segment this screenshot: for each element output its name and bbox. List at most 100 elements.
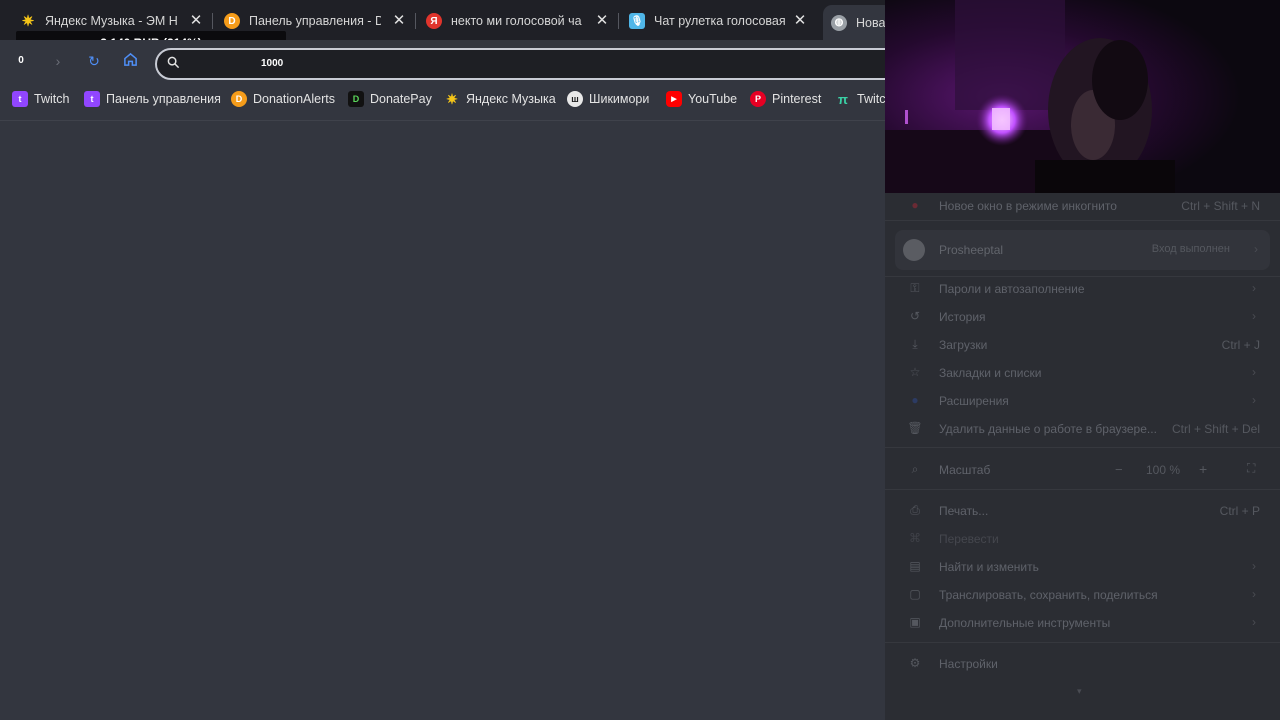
menu-item-cast[interactable]: ▢ Транслировать, сохранить, поделиться › xyxy=(885,581,1280,609)
profile-status: Вход выполнен xyxy=(1151,243,1230,255)
bookmark-twitch-tracker[interactable]: π Twitc xyxy=(835,91,885,107)
address-input-value: 1000 xyxy=(261,58,284,69)
tab-separator xyxy=(212,13,213,29)
translate-icon: ⌘ xyxy=(909,531,921,545)
tab-separator xyxy=(618,13,619,29)
address-bar[interactable]: 1000 xyxy=(155,48,915,80)
key-icon: ⚿ xyxy=(910,281,920,295)
history-icon: ↺ xyxy=(909,309,921,323)
bookmark-twitch[interactable]: t Twitch xyxy=(12,91,69,107)
bookmark-dashboard[interactable]: t Панель управления xyxy=(84,91,221,107)
chevron-right-icon: › xyxy=(1254,242,1258,256)
menu-label: Найти и изменить xyxy=(939,560,1039,574)
menu-item-clear-data[interactable]: 🗑 Удалить данные о работе в браузере... … xyxy=(885,415,1280,443)
tab-title: Нова xyxy=(856,15,886,30)
menu-label: Печать... xyxy=(939,504,989,518)
close-icon[interactable]: ✕ xyxy=(593,12,611,30)
menu-item-bookmarks[interactable]: ☆ Закладки и списки › xyxy=(885,359,1280,387)
profile-name: Prosheeptal xyxy=(939,243,1004,257)
bookmark-shikimori[interactable]: ш Шикимори xyxy=(567,91,649,107)
shikimori-icon: ш xyxy=(567,91,583,107)
zoom-in-button[interactable]: + xyxy=(1199,461,1207,477)
bookmark-yandex-music[interactable]: ✷ Яндекс Музыка xyxy=(444,91,556,107)
forward-icon[interactable]: › xyxy=(49,52,67,70)
avatar xyxy=(903,239,925,261)
menu-item-more-tools[interactable]: ▣ Дополнительные инструменты › xyxy=(885,609,1280,637)
menu-shortcut: Ctrl + Shift + N xyxy=(1181,199,1260,213)
toolbox-icon: ▣ xyxy=(909,615,921,629)
menu-label: Масштаб xyxy=(939,463,991,477)
close-icon[interactable]: ✕ xyxy=(187,12,205,30)
pinterest-icon: P xyxy=(750,91,766,107)
webcam-image xyxy=(885,0,1280,193)
back-counter[interactable]: 0 xyxy=(12,52,30,70)
star-icon: ☆ xyxy=(909,365,921,379)
donatepay-icon: D xyxy=(348,91,364,107)
tab-chat-roulette[interactable]: 🎙 Чат рулетка голосовая ✕ xyxy=(629,7,809,35)
tab-nekto[interactable]: Я некто ми голосовой ча ✕ xyxy=(426,7,611,35)
menu-label: Дополнительные инструменты xyxy=(939,616,1111,630)
gear-icon: ⚙ xyxy=(909,656,921,670)
menu-item-extensions[interactable]: ● Расширения › xyxy=(885,387,1280,415)
chevron-right-icon: › xyxy=(1252,281,1256,295)
bookmark-label: DonationAlerts xyxy=(253,92,335,106)
bookmark-pinterest[interactable]: P Pinterest xyxy=(750,91,821,107)
bookmark-donationalerts[interactable]: D DonationAlerts xyxy=(231,91,335,107)
fullscreen-icon[interactable]: ⛶ xyxy=(1247,461,1255,476)
menu-item-history[interactable]: ↺ История › xyxy=(885,303,1280,331)
chevron-right-icon: › xyxy=(1252,615,1256,629)
menu-shortcut: Ctrl + P xyxy=(1219,504,1260,518)
cast-icon: ▢ xyxy=(909,587,921,601)
trash-icon: 🗑 xyxy=(907,421,923,435)
bookmark-label: Яндекс Музыка xyxy=(466,92,556,106)
tab-separator xyxy=(415,13,416,29)
chevron-right-icon: › xyxy=(1252,393,1256,407)
menu-label: Перевести xyxy=(939,532,999,546)
menu-divider xyxy=(885,447,1280,448)
menu-item-settings[interactable]: ⚙ Настройки xyxy=(885,650,1280,678)
menu-label: История xyxy=(939,310,986,324)
bookmark-label: Twitch xyxy=(34,92,70,106)
reload-icon[interactable]: ↻ xyxy=(85,52,103,70)
bookmark-donatepay[interactable]: D DonatePay xyxy=(348,91,432,107)
bookmark-label: YouTube xyxy=(688,92,738,106)
menu-divider xyxy=(885,489,1280,490)
menu-label: Пароли и автозаполнение xyxy=(939,282,1085,296)
tab-new[interactable]: ◍ Нова xyxy=(823,5,893,40)
search-icon xyxy=(167,56,183,72)
tab-title: Панель управления - D xyxy=(249,14,381,28)
menu-item-zoom: ⌕ Масштаб − 100 % + ⛶ xyxy=(885,456,1280,484)
home-icon[interactable] xyxy=(121,52,139,70)
yandex-music-icon: ✷ xyxy=(446,90,458,107)
menu-item-find[interactable]: ▤ Найти и изменить › xyxy=(885,553,1280,581)
download-icon: ⤓ xyxy=(912,337,918,351)
menu-shortcut: Ctrl + J xyxy=(1221,338,1260,352)
menu-item-profile[interactable]: Prosheeptal Вход выполнен › xyxy=(895,230,1270,270)
find-icon: ▤ xyxy=(909,559,921,573)
donationalerts-icon: D xyxy=(231,91,247,107)
bookmark-label: Шикимори xyxy=(589,92,650,106)
bookmark-youtube[interactable]: ▶ YouTube xyxy=(666,91,737,107)
tab-title: Чат рулетка голосовая xyxy=(654,14,786,28)
youtube-icon: ▶ xyxy=(666,91,682,107)
chevron-right-icon: › xyxy=(1252,365,1256,379)
zoom-out-button[interactable]: − xyxy=(1115,462,1123,477)
menu-label: Настройки xyxy=(939,657,998,671)
twitch-icon: t xyxy=(84,91,100,107)
bookmark-label: DonatePay xyxy=(370,92,432,106)
menu-item-passwords[interactable]: ⚿ Пароли и автозаполнение › xyxy=(885,275,1280,303)
menu-item-incognito[interactable]: ● Новое окно в режиме инкогнито Ctrl + S… xyxy=(885,192,1280,220)
tab-title: некто ми голосовой ча xyxy=(451,14,582,28)
bookmark-label: Twitc xyxy=(857,92,886,106)
close-icon[interactable]: ✕ xyxy=(390,12,408,30)
menu-label: Расширения xyxy=(939,394,1009,408)
extensions-icon: ● xyxy=(911,393,919,407)
print-icon: ⎙ xyxy=(910,503,920,517)
close-icon[interactable]: ✕ xyxy=(791,12,809,30)
menu-shortcut: Ctrl + Shift + Del xyxy=(1171,422,1260,436)
menu-label: Новое окно в режиме инкогнито xyxy=(939,199,1117,213)
twitch-icon: t xyxy=(12,91,28,107)
microphone-icon: 🎙 xyxy=(629,13,645,29)
menu-item-downloads[interactable]: ⤓ Загрузки Ctrl + J xyxy=(885,331,1280,359)
menu-item-print[interactable]: ⎙ Печать... Ctrl + P xyxy=(885,497,1280,525)
